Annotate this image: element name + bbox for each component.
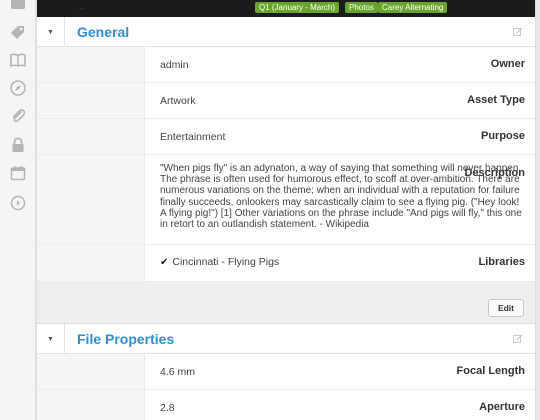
field-value: Entertainment	[160, 131, 226, 143]
general-section-header[interactable]: ▼ General	[37, 17, 535, 47]
field-label: Aperture	[479, 401, 525, 413]
field-label: Owner	[490, 58, 525, 70]
collapse-toggle[interactable]: ▼	[37, 324, 65, 354]
caret-down-icon: ▼	[47, 335, 54, 343]
asset-header-bar: ... Q1 (January - March) Photos Carey Al…	[37, 0, 535, 17]
book-icon[interactable]	[9, 51, 27, 69]
field-row-focal-length: Focal Length 4.6 mm	[37, 354, 535, 390]
icon-rail	[0, 0, 36, 420]
tag-icon[interactable]	[9, 23, 27, 41]
field-label: Focal Length	[456, 365, 525, 377]
section-title: General	[77, 24, 130, 40]
tag-badge[interactable]: Photos	[345, 2, 378, 13]
edit-button[interactable]: Edit	[487, 299, 524, 317]
paperclip-icon[interactable]	[9, 107, 27, 125]
calendar-icon[interactable]	[9, 164, 27, 182]
tag-badge[interactable]: Carey Alternating	[378, 2, 448, 13]
folder-icon[interactable]	[9, 0, 27, 12]
field-row-owner: Owner admin	[37, 47, 535, 83]
edit-pencil-icon[interactable]	[513, 27, 523, 37]
field-value: 2.8	[160, 402, 175, 414]
checkmark-icon: ✔	[160, 257, 169, 268]
edit-pencil-icon[interactable]	[513, 334, 523, 344]
field-label: Purpose	[480, 130, 525, 142]
library-name: Cincinnati - Flying Pigs	[172, 256, 280, 268]
section-footer: Edit	[37, 282, 535, 324]
field-value: Artwork	[160, 95, 196, 107]
lock-icon[interactable]	[9, 136, 27, 154]
library-link[interactable]: ✔ Cincinnati - Flying Pigs	[160, 256, 279, 268]
field-label: Libraries	[478, 256, 525, 268]
compass-icon[interactable]	[9, 79, 27, 97]
field-row-purpose: Purpose Entertainment	[37, 119, 535, 155]
asset-detail-panel: ... Q1 (January - March) Photos Carey Al…	[36, 0, 536, 420]
collapse-toggle[interactable]: ▼	[37, 17, 65, 47]
section-title: File Properties	[77, 331, 175, 347]
file-properties-section-header[interactable]: ▼ File Properties	[37, 324, 535, 354]
field-label: Asset Type	[467, 94, 525, 106]
arrow-circle-icon[interactable]	[9, 194, 27, 212]
field-value: 4.6 mm	[160, 366, 196, 378]
page-scrollbar[interactable]	[536, 0, 540, 420]
field-row-description: Description "When pigs fly" is an adynat…	[37, 155, 535, 245]
field-row-aperture: Aperture 2.8	[37, 390, 535, 420]
field-value: admin	[160, 59, 189, 71]
header-subtitle: ...	[77, 1, 85, 11]
field-row-asset-type: Asset Type Artwork	[37, 83, 535, 119]
field-row-libraries: Libraries ✔ Cincinnati - Flying Pigs	[37, 245, 535, 282]
tag-badge[interactable]: Q1 (January - March)	[255, 2, 340, 13]
caret-down-icon: ▼	[47, 28, 54, 36]
field-value: "When pigs fly" is an adynaton, a way of…	[160, 163, 522, 231]
